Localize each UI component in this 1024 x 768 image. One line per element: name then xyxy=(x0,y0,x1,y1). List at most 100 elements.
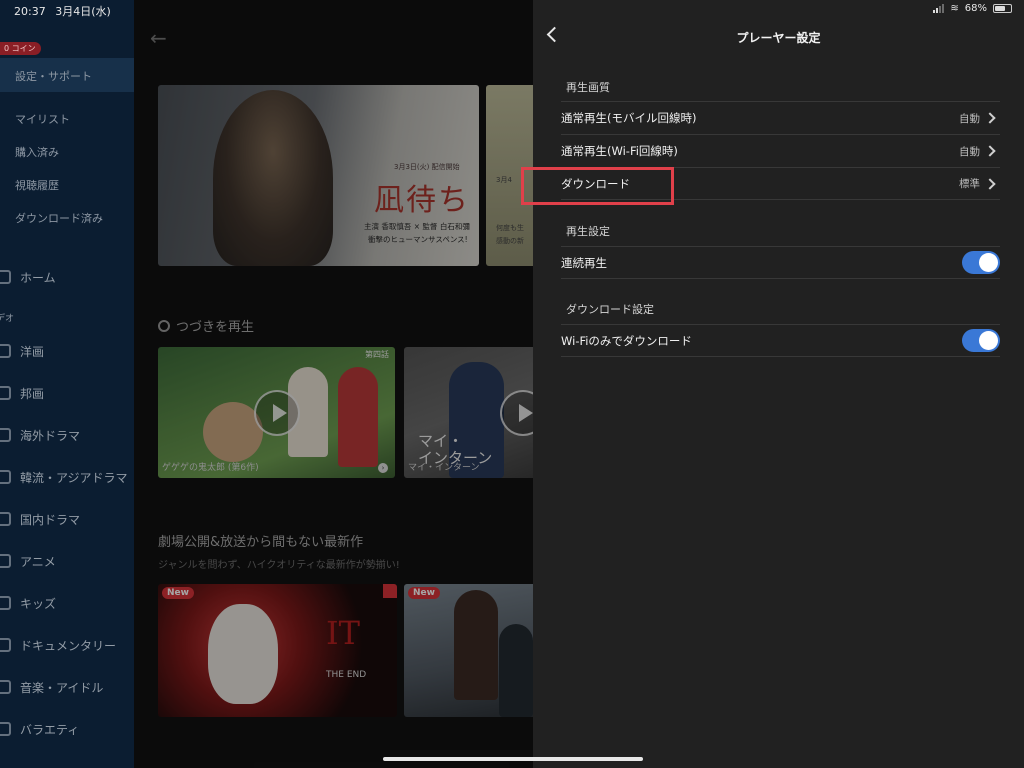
sidebar-item-history[interactable]: 視聴履歴 xyxy=(15,177,59,193)
setting-value: 標準 xyxy=(959,178,980,190)
sidebar-item-purchased[interactable]: 購入済み xyxy=(15,144,59,160)
sidebar-item-label: 韓流・アジアドラマ xyxy=(20,470,128,485)
setting-row-autoplay: 連続再生 xyxy=(561,246,1000,279)
kids-icon xyxy=(0,596,11,610)
section-heading-download: ダウンロード設定 xyxy=(566,303,654,316)
status-bar-right: ≋ 68% xyxy=(933,3,1012,14)
asia-icon xyxy=(0,470,11,484)
battery-percent: 68% xyxy=(964,3,987,14)
poster-image xyxy=(499,624,533,717)
poster-title: IT xyxy=(326,614,360,652)
toggle-knob xyxy=(979,253,998,272)
setting-label: 通常再生(Wi-Fi回線時) xyxy=(561,144,678,158)
status-date: 3月4日(水) xyxy=(55,5,111,18)
home-indicator[interactable] xyxy=(383,757,643,761)
setting-row-mobile-quality[interactable]: 通常再生(モバイル回線時) 自動 xyxy=(561,101,1000,134)
setting-row-wifi-only-download: Wi-Fiのみでダウンロード xyxy=(561,324,1000,357)
episode-label: 第四話 xyxy=(365,350,389,359)
setting-label: 連続再生 xyxy=(561,255,607,270)
sidebar-item-home[interactable]: ホーム xyxy=(0,263,56,291)
sidebar-item-label: キッズ xyxy=(20,596,57,611)
main-content: ← 3月3日(火) 配信開始 凪待ち 主演 香取慎吾 × 監督 白石和彌 衝撃の… xyxy=(134,0,533,768)
sidebar-item-downloaded[interactable]: ダウンロード済み xyxy=(15,210,103,226)
sidebar-item-label: ホーム xyxy=(20,270,56,285)
setting-value: 自動 xyxy=(959,145,980,158)
sidebar-item-genre[interactable]: バラエティ xyxy=(0,715,79,743)
new-badge: New xyxy=(408,587,440,599)
sidebar-item-label: バラエティ xyxy=(20,722,80,737)
banner-text: 何度も生 xyxy=(496,224,524,232)
setting-row-download-quality[interactable]: ダウンロード 標準 xyxy=(561,167,1000,200)
banner-credit: 主演 香取慎吾 × 監督 白石和彌 xyxy=(364,222,470,231)
setting-label: 通常再生(モバイル回線時) xyxy=(561,111,697,125)
sidebar-item-genre[interactable]: アニメ xyxy=(0,547,56,575)
sidebar-item-mylist[interactable]: マイリスト xyxy=(15,111,70,127)
new-section-subtitle: ジャンルを問わず、ハイクオリティな最新作が勢揃い! xyxy=(158,560,400,571)
anime-icon xyxy=(0,554,11,568)
tv-icon xyxy=(0,512,11,526)
sidebar-item-genre[interactable]: 韓流・アジアドラマ xyxy=(0,463,128,491)
continue-item-title: ゲゲゲの鬼太郎 (第6作) xyxy=(162,463,259,473)
section-heading-playback: 再生設定 xyxy=(566,225,610,238)
sidebar-item-label: 海外ドラマ xyxy=(20,428,81,443)
sidebar-item-genre[interactable]: 洋画 xyxy=(0,337,44,365)
toggle-knob xyxy=(979,331,998,350)
play-icon[interactable] xyxy=(500,390,533,436)
featured-banner[interactable]: 3月3日(火) 配信開始 凪待ち 主演 香取慎吾 × 監督 白石和彌 衝撃のヒュ… xyxy=(158,85,479,266)
sidebar-item-genre[interactable]: ドキュメンタリー xyxy=(0,631,116,659)
sidebar-item-label: 国内ドラマ xyxy=(20,512,81,527)
new-section-title: 劇場公開&放送から間もない最新作 xyxy=(158,535,364,550)
setting-value: 自動 xyxy=(959,112,980,125)
continue-item[interactable]: マイ・ インターン マイ・インターン xyxy=(404,347,533,478)
sidebar-item-label: 洋画 xyxy=(20,344,45,359)
globe-icon xyxy=(0,344,11,358)
chevron-right-icon xyxy=(984,112,996,124)
arrow-right-icon[interactable]: › xyxy=(378,463,388,473)
chevron-right-icon xyxy=(984,145,996,157)
wifi-icon: ≋ xyxy=(950,3,959,14)
banner-date: 3月4 xyxy=(496,176,512,184)
poster-subtitle: THE END xyxy=(326,670,367,680)
autoplay-toggle[interactable] xyxy=(962,251,1000,274)
play-icon[interactable] xyxy=(254,390,300,436)
chevron-right-icon xyxy=(984,177,996,190)
film-icon xyxy=(0,386,11,400)
banner-title: 凪待ち xyxy=(374,183,470,218)
poster-image xyxy=(454,590,498,700)
corner-badge xyxy=(383,584,397,598)
setting-row-wifi-quality[interactable]: 通常再生(Wi-Fi回線時) 自動 xyxy=(561,134,1000,167)
sidebar-item-genre[interactable]: 海外ドラマ xyxy=(0,421,80,449)
sidebar-item-label: 設定・サポート xyxy=(15,70,92,83)
sidebar-item-settings-support[interactable]: 設定・サポート xyxy=(0,58,134,92)
thumbnail-image xyxy=(338,367,378,467)
sidebar-item-genre[interactable]: 邦画 xyxy=(0,379,44,407)
player-settings-panel: プレーヤー設定 再生画質 通常再生(モバイル回線時) 自動 通常再生(Wi-Fi… xyxy=(533,0,1024,768)
continue-item[interactable]: 第四話 ゲゲゲの鬼太郎 (第6作) › xyxy=(158,347,395,478)
sidebar-item-genre[interactable]: キッズ xyxy=(0,589,56,617)
variety-icon xyxy=(0,722,11,736)
screen: 0 コイン 設定・サポート マイリスト 購入済み 視聴履歴 ダウンロード済み ホ… xyxy=(0,0,1024,768)
new-release-item[interactable]: New xyxy=(404,584,533,717)
history-icon xyxy=(158,319,170,332)
new-badge: New xyxy=(162,587,194,599)
continue-item-title: マイ・インターン xyxy=(408,463,480,473)
continue-section-title: つづきを再生 xyxy=(158,316,254,335)
banner-text: 感動の新 xyxy=(496,237,524,245)
sidebar: 0 コイン 設定・サポート マイリスト 購入済み 視聴履歴 ダウンロード済み ホ… xyxy=(0,0,134,768)
section-heading-quality: 再生画質 xyxy=(566,81,610,94)
music-icon xyxy=(0,680,11,694)
sidebar-item-genre[interactable]: 国内ドラマ xyxy=(0,505,80,533)
battery-icon xyxy=(993,4,1012,13)
sidebar-item-label: 邦画 xyxy=(20,386,45,401)
featured-banner[interactable]: 3月4 何度も生 感動の新 xyxy=(486,85,533,266)
section-title-text: つづきを再生 xyxy=(176,320,255,335)
signal-icon xyxy=(933,4,945,13)
wifi-only-toggle[interactable] xyxy=(962,329,1000,352)
drama-icon xyxy=(0,428,11,442)
coin-badge: 0 コイン xyxy=(0,42,41,55)
setting-label: ダウンロード xyxy=(561,176,630,191)
new-release-item[interactable]: IT THE END New xyxy=(158,584,397,717)
sidebar-item-genre[interactable]: 音楽・アイドル xyxy=(0,673,103,701)
back-arrow-icon[interactable]: ← xyxy=(150,26,167,50)
panel-title: プレーヤー設定 xyxy=(736,31,821,45)
